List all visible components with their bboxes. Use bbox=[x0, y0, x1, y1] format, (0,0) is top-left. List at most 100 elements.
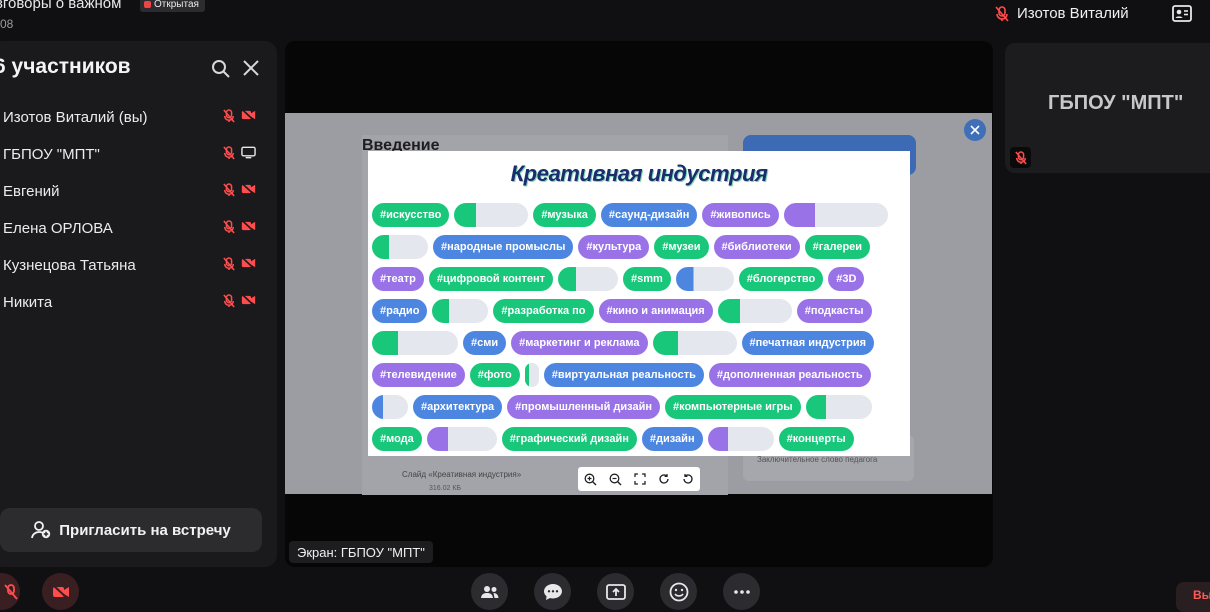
slide-tag: #библиотеки bbox=[713, 235, 800, 259]
meeting-title: зговоры о важном bbox=[0, 0, 122, 12]
slide-tag: #галереи bbox=[804, 235, 871, 259]
leave-button[interactable]: Вы bbox=[1176, 582, 1210, 612]
mic-off-icon bbox=[223, 146, 235, 160]
participant-name: Кузнецова Татьяна bbox=[3, 256, 136, 274]
chat-button[interactable] bbox=[534, 573, 571, 610]
add-user-icon bbox=[31, 521, 51, 539]
slide-decoration-image bbox=[675, 267, 734, 291]
participants-count-title: 6 участников bbox=[0, 55, 131, 78]
slide-tag-row: #телевидение #фото #виртуальная реальность… bbox=[372, 363, 871, 387]
slide-decoration-image bbox=[783, 203, 888, 227]
slide-tag: #фото bbox=[469, 363, 520, 387]
document-file-name: Слайд «Креативная индустрия» bbox=[402, 470, 522, 479]
participant-status-icons bbox=[223, 109, 256, 123]
share-screen-button[interactable] bbox=[597, 573, 634, 610]
camera-toggle-button[interactable] bbox=[42, 573, 79, 610]
participant-row[interactable]: Никита bbox=[3, 290, 263, 314]
mic-toggle-button[interactable] bbox=[0, 573, 20, 610]
chat-icon bbox=[543, 583, 562, 600]
slide-tag: #разработка по bbox=[493, 299, 594, 323]
people-icon bbox=[480, 585, 498, 598]
camera-off-icon bbox=[241, 294, 256, 306]
screen-share-label: Экран: ГБПОУ "МПТ" bbox=[289, 541, 433, 563]
slide-tag: #компьютерные игры bbox=[664, 395, 801, 419]
reactions-button[interactable] bbox=[660, 573, 697, 610]
slide-tag-row: #искусство #музыка #саунд-дизайн #живопись bbox=[372, 203, 888, 227]
slide-tag: #радио bbox=[372, 299, 428, 323]
participant-row[interactable]: Изотов Виталий (вы) bbox=[3, 105, 263, 129]
slide-tag: #архитектура bbox=[413, 395, 503, 419]
participant-card-icon[interactable] bbox=[1172, 5, 1192, 27]
slide-tag: #концерты bbox=[778, 427, 854, 451]
lock-icon bbox=[144, 1, 151, 8]
participant-name: Елена ОРЛОВА bbox=[3, 219, 113, 237]
slide-tag: #промышленный дизайн bbox=[507, 395, 660, 419]
slide-tag: #саунд-дизайн bbox=[600, 203, 698, 227]
close-icon[interactable] bbox=[242, 59, 260, 82]
participants-button[interactable] bbox=[471, 573, 508, 610]
participant-tile-name: ГБПОУ "МПТ" bbox=[1048, 92, 1184, 114]
slide-decoration-image bbox=[805, 395, 872, 419]
slide-tag: #музыка bbox=[533, 203, 596, 227]
participant-status-icons bbox=[223, 220, 256, 234]
screen-share-icon bbox=[605, 583, 626, 600]
participant-name: Изотов Виталий (вы) bbox=[3, 108, 148, 126]
participant-row[interactable]: Евгений bbox=[3, 179, 263, 203]
slide-tag: #музеи bbox=[654, 235, 709, 259]
participant-name: ГБПОУ "МПТ" bbox=[3, 145, 100, 163]
slide-decoration-image bbox=[426, 427, 497, 451]
slide-decoration-image bbox=[454, 203, 529, 227]
slide-tag: #подкасты bbox=[796, 299, 872, 323]
mic-off-icon bbox=[223, 257, 235, 271]
camera-off-icon bbox=[51, 584, 69, 599]
camera-off-icon bbox=[241, 220, 256, 232]
slide-decoration-image bbox=[372, 395, 408, 419]
zoom-in-icon[interactable] bbox=[584, 473, 597, 486]
document-file-size: 316.02 КБ bbox=[429, 485, 462, 492]
slide-tag: #культура bbox=[578, 235, 650, 259]
slide-tag: #блогерство bbox=[738, 267, 824, 291]
screen-share-icon bbox=[241, 146, 256, 159]
image-toolbar bbox=[578, 467, 700, 491]
slide-tag: #сми bbox=[463, 331, 507, 355]
slide-tag: #цифровой контент bbox=[428, 267, 553, 291]
current-user[interactable]: Изотов Виталий bbox=[995, 5, 1129, 22]
participant-row[interactable]: Кузнецова Татьяна bbox=[3, 253, 263, 277]
rotate-left-icon[interactable] bbox=[682, 473, 694, 485]
slide-tag: #искусство bbox=[372, 203, 450, 227]
slide-decoration-image bbox=[372, 331, 458, 355]
slide-tag-row: #народные промыслы #культура #музеи #библио… bbox=[372, 235, 871, 259]
mic-off-icon bbox=[223, 109, 235, 123]
zoom-out-icon[interactable] bbox=[609, 473, 622, 486]
invite-button[interactable]: Пригласить на встречу bbox=[0, 508, 262, 552]
slide-tag: #телевидение bbox=[372, 363, 465, 387]
more-button[interactable] bbox=[723, 573, 760, 610]
slide-tag-row: #мода #графический дизайн #дизайн #концерты bbox=[372, 427, 854, 451]
slide-image: Креативная индустрия #искусство #музыка #с… bbox=[368, 151, 910, 456]
participant-row[interactable]: ГБПОУ "МПТ" bbox=[3, 142, 263, 166]
document-note: Заключительное слово педагога bbox=[757, 455, 878, 464]
fullscreen-icon[interactable] bbox=[634, 473, 646, 485]
invite-button-label: Пригласить на встречу bbox=[59, 521, 231, 539]
participant-status-icons bbox=[223, 294, 256, 308]
mic-off-icon bbox=[223, 220, 235, 234]
lightbox-close-button[interactable] bbox=[964, 119, 986, 141]
camera-off-icon bbox=[241, 183, 256, 195]
meeting-subtitle: 08 bbox=[0, 17, 14, 31]
slide-decoration-image bbox=[524, 363, 539, 387]
slide-decoration-image bbox=[717, 299, 792, 323]
search-icon[interactable] bbox=[211, 59, 231, 84]
participant-row[interactable]: Елена ОРЛОВА bbox=[3, 216, 263, 240]
slide-tag: #дизайн bbox=[641, 427, 703, 451]
participant-status-icons bbox=[223, 183, 256, 197]
mic-off-icon bbox=[3, 583, 18, 600]
slide-tag: #мода bbox=[372, 427, 422, 451]
participant-status-icons bbox=[223, 146, 256, 160]
access-badge-label: Открытая bbox=[154, 0, 199, 10]
rotate-right-icon[interactable] bbox=[658, 473, 670, 485]
slide-tag: #3D bbox=[828, 267, 865, 291]
slide-tag-row: #театр #цифровой контент #smm #блогерство #3… bbox=[372, 267, 865, 291]
mic-off-icon bbox=[223, 294, 235, 308]
slide-tag: #виртуальная реальность bbox=[543, 363, 704, 387]
slide-tag: #живопись bbox=[702, 203, 779, 227]
